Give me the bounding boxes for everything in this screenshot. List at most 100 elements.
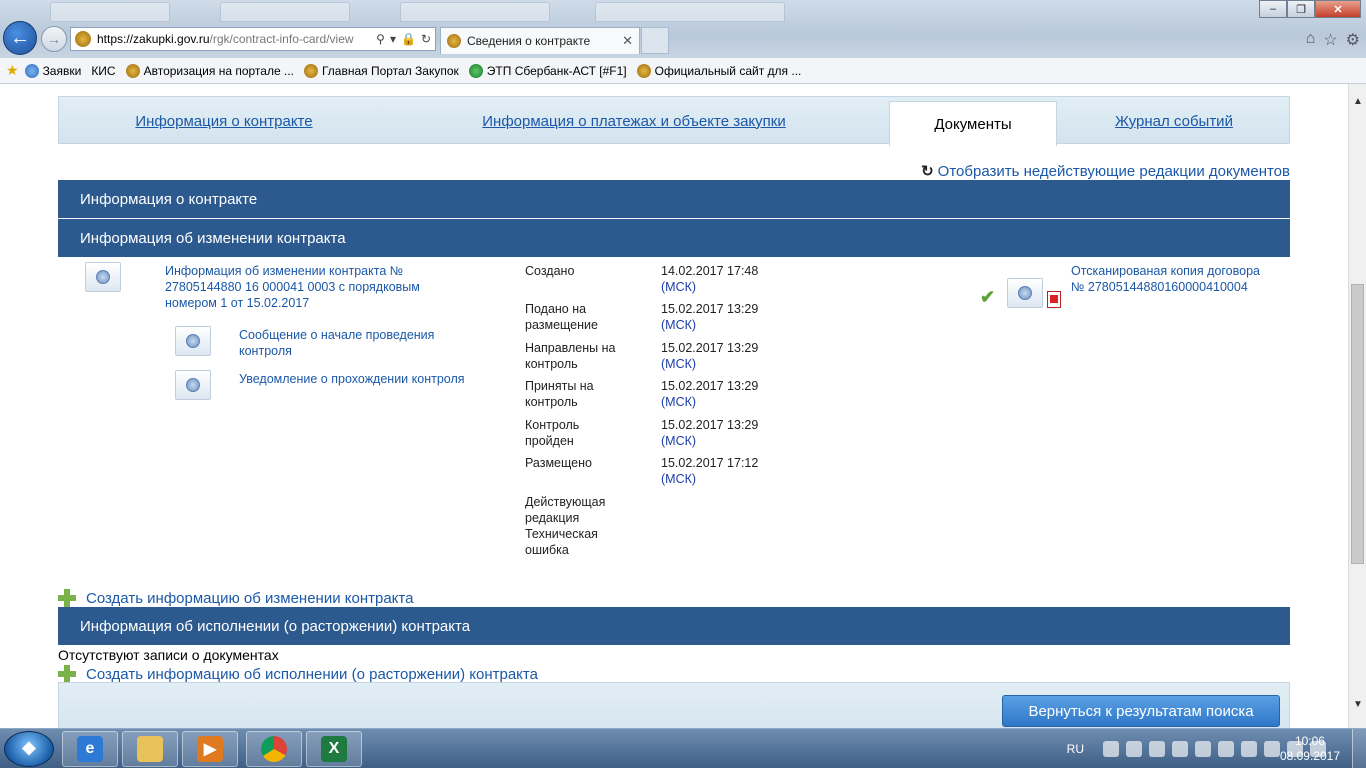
- background-tab[interactable]: [50, 2, 170, 22]
- status-label: Направлены на контроль: [525, 341, 616, 371]
- control-start-link[interactable]: Сообщение о начале проведения контроля: [239, 327, 479, 359]
- document-icon[interactable]: [1007, 278, 1043, 308]
- browser-tab-active[interactable]: Сведения о контракте ✕: [440, 27, 640, 54]
- favorite-item[interactable]: КИС: [91, 64, 115, 78]
- pdf-icon: [1047, 291, 1061, 308]
- vertical-scrollbar[interactable]: ▲ ▼: [1348, 84, 1366, 728]
- document-icon[interactable]: [85, 262, 121, 292]
- tray-app-icon[interactable]: [1103, 741, 1119, 757]
- tab-contract-info[interactable]: Информация о контракте: [59, 97, 389, 145]
- tray-app-icon[interactable]: [1149, 741, 1165, 757]
- background-tab[interactable]: [595, 2, 785, 22]
- status-value: 15.02.2017 13:29 (МСК): [661, 418, 759, 448]
- url-path: /rgk/contract-info-card/view: [209, 32, 354, 46]
- maximize-button[interactable]: ❐: [1287, 0, 1315, 18]
- address-bar[interactable]: https://zakupki.gov.ru /rgk/contract-inf…: [70, 27, 436, 51]
- home-icon[interactable]: ⌂: [1306, 30, 1316, 50]
- tab-title: Сведения о контракте: [467, 34, 591, 48]
- taskbar-explorer[interactable]: [122, 731, 178, 767]
- status-label: Приняты на контроль: [525, 379, 594, 409]
- scroll-thumb[interactable]: [1351, 284, 1364, 564]
- status-value: 15.02.2017 13:29 (МСК): [661, 379, 759, 409]
- back-button[interactable]: ←: [3, 21, 37, 55]
- create-execution-link[interactable]: Создать информацию об исполнении (о раст…: [58, 665, 538, 683]
- favorite-item[interactable]: Заявки: [24, 63, 81, 78]
- language-indicator[interactable]: RU: [1067, 742, 1084, 756]
- favorite-item[interactable]: Авторизация на портале ...: [125, 63, 294, 78]
- search-icon[interactable]: ⚲: [376, 32, 385, 46]
- favorites-star-icon[interactable]: ☆: [1323, 30, 1337, 50]
- url-host: https://zakupki.gov.ru: [97, 32, 210, 46]
- taskbar-media[interactable]: ▶: [182, 731, 238, 767]
- favorites-bar: ★ Заявки КИС Авторизация на портале ... …: [0, 58, 1366, 84]
- ie-page-icon: [24, 63, 39, 78]
- sberbank-icon: [468, 63, 483, 78]
- close-window-button[interactable]: ✕: [1315, 0, 1361, 18]
- taskbar-ie[interactable]: e: [62, 731, 118, 767]
- background-tab[interactable]: [400, 2, 550, 22]
- status-value: 15.02.2017 17:12 (МСК): [661, 456, 759, 486]
- document-icon[interactable]: [175, 370, 211, 400]
- minimize-button[interactable]: –: [1259, 0, 1287, 18]
- folder-icon: [137, 736, 163, 762]
- clock[interactable]: 10:06 08.09.2017: [1280, 734, 1340, 764]
- seal-icon: [186, 378, 200, 392]
- favorite-item[interactable]: Главная Портал Закупок: [303, 63, 459, 78]
- refresh-icon[interactable]: ↻: [421, 32, 431, 46]
- window-controls: – ❐ ✕: [1259, 0, 1361, 18]
- scroll-up-icon[interactable]: ▲: [1353, 96, 1363, 107]
- status-label: Подано на размещение: [525, 302, 598, 332]
- section-change-info[interactable]: Информация об изменении контракта: [58, 219, 1290, 257]
- new-tab-button[interactable]: [641, 27, 669, 54]
- tray-flag-icon[interactable]: [1241, 741, 1257, 757]
- taskbar-excel[interactable]: X: [306, 731, 362, 767]
- tab-payments[interactable]: Информация о платежах и объекте закупки: [389, 97, 879, 145]
- media-player-icon: ▶: [197, 736, 223, 762]
- excel-icon: X: [321, 736, 347, 762]
- background-tab[interactable]: [220, 2, 350, 22]
- attachment-link[interactable]: Отсканированая копия договора № 27805144…: [1071, 263, 1261, 295]
- control-passed-link[interactable]: Уведомление о прохождении контроля: [239, 371, 479, 387]
- taskbar-chrome[interactable]: [246, 731, 302, 767]
- favorites-star-icon[interactable]: ★: [6, 62, 19, 79]
- page-viewport: Информация о контракте Информация о плат…: [0, 84, 1348, 728]
- gear-icon[interactable]: ⚙: [1346, 30, 1360, 50]
- ie-icon: e: [77, 736, 103, 762]
- favorite-item[interactable]: Официальный сайт для ...: [636, 63, 801, 78]
- tray-cloud-icon[interactable]: [1172, 741, 1188, 757]
- seal-icon: [186, 334, 200, 348]
- show-inactive-link[interactable]: ↻ Отобразить недействующие редакции доку…: [921, 162, 1290, 181]
- tray-app-icon[interactable]: [1126, 741, 1142, 757]
- refresh-icon: ↻: [921, 163, 934, 180]
- tray-app-icon[interactable]: [1264, 741, 1280, 757]
- tab-event-log[interactable]: Журнал событий: [1057, 97, 1291, 145]
- forward-button[interactable]: →: [41, 26, 67, 52]
- section-execution-info[interactable]: Информация об исполнении (о расторжении)…: [58, 607, 1290, 645]
- tray-shield-icon[interactable]: [1218, 741, 1234, 757]
- emblem-icon: [125, 63, 140, 78]
- plus-icon: [58, 589, 76, 607]
- create-change-link[interactable]: Создать информацию об изменении контракт…: [58, 589, 413, 607]
- tab-documents[interactable]: Документы: [889, 101, 1057, 146]
- seal-icon: [1018, 286, 1032, 300]
- dropdown-icon[interactable]: ▾: [390, 32, 396, 46]
- show-desktop-button[interactable]: [1352, 729, 1366, 768]
- lock-icon[interactable]: 🔒: [401, 32, 416, 46]
- document-icon[interactable]: [175, 326, 211, 356]
- favorite-item[interactable]: ЭТП Сбербанк-АСТ [#F1]: [468, 63, 627, 78]
- browser-tools: ⌂ ☆ ⚙: [1306, 30, 1360, 50]
- section-contract-info[interactable]: Информация о контракте: [58, 180, 1290, 218]
- site-emblem-icon: [447, 34, 461, 48]
- clock-time: 10:06: [1294, 734, 1325, 748]
- tray-app-icon[interactable]: [1195, 741, 1211, 757]
- clock-date: 08.09.2017: [1279, 749, 1340, 763]
- status-label: Контроль пройден: [525, 418, 580, 448]
- no-records-text: Отсутствуют записи о документах: [58, 647, 279, 663]
- browser-titlebar: ← → https://zakupki.gov.ru /rgk/contract…: [0, 0, 1366, 58]
- back-to-search-button[interactable]: Вернуться к результатам поиска: [1002, 695, 1280, 727]
- close-tab-icon[interactable]: ✕: [622, 33, 633, 49]
- start-button[interactable]: ❖: [4, 731, 54, 767]
- change-document-link[interactable]: Информация об изменении контракта № 2780…: [165, 263, 465, 311]
- plus-icon: [58, 665, 76, 683]
- scroll-down-icon[interactable]: ▼: [1353, 699, 1363, 710]
